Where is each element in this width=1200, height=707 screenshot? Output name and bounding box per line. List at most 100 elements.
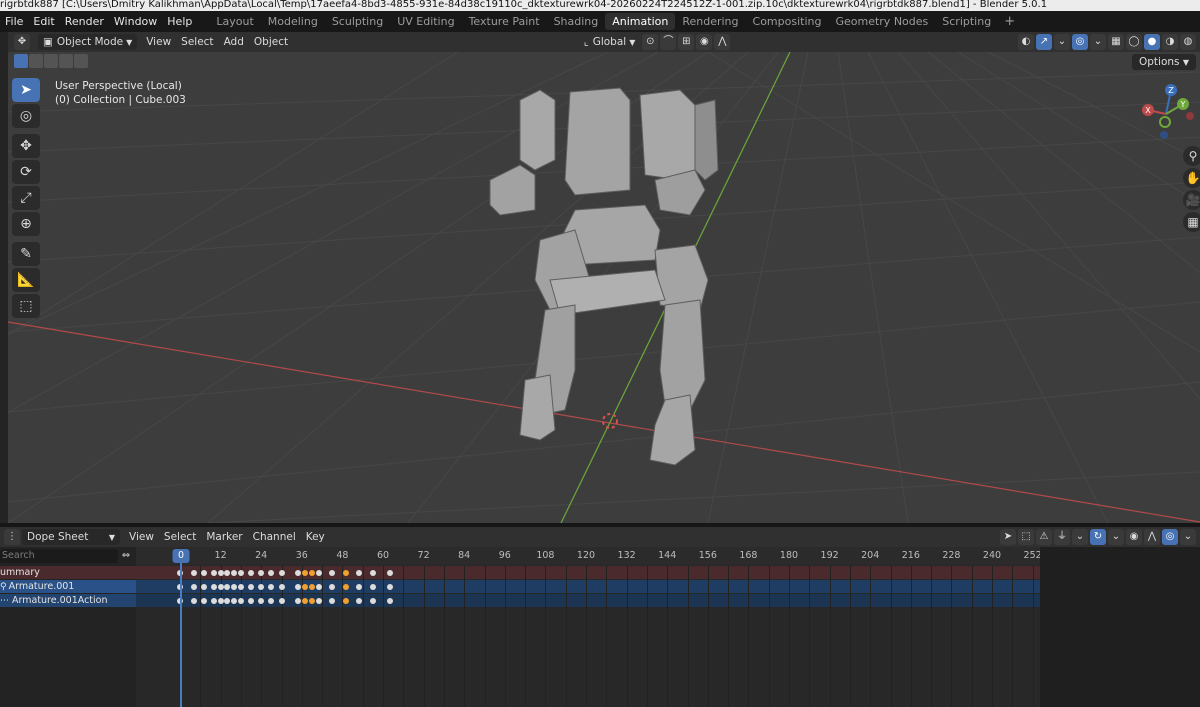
keyframe[interactable] [268, 598, 275, 604]
keyframe[interactable] [268, 570, 275, 576]
keyframe[interactable] [237, 598, 244, 604]
snap-target-icon[interactable]: ⊞ [678, 34, 695, 50]
robot-model[interactable] [480, 80, 740, 480]
proportional-icon[interactable]: ◉ [1126, 529, 1142, 545]
editor-mode-select[interactable]: Dope Sheet ▼ [22, 529, 120, 545]
snapping-menu-icon[interactable]: ⌄ [1108, 529, 1124, 545]
keyframe[interactable] [278, 584, 285, 590]
keyframe[interactable] [210, 570, 217, 576]
keyframe[interactable] [224, 598, 231, 604]
tab-rendering[interactable]: Rendering [675, 13, 745, 30]
keyframe[interactable] [248, 598, 255, 604]
menu-edit[interactable]: Edit [28, 15, 59, 28]
keyframe[interactable] [248, 584, 255, 590]
tab-geometry-nodes[interactable]: Geometry Nodes [828, 13, 935, 30]
keyframe[interactable] [237, 570, 244, 576]
pan-hand-icon[interactable]: ✋ [1183, 168, 1200, 188]
keyframe[interactable] [190, 584, 197, 590]
keyframe[interactable] [369, 570, 376, 576]
playhead[interactable] [180, 563, 182, 707]
keyframe[interactable] [258, 570, 265, 576]
keyframe[interactable] [268, 584, 275, 590]
ds-menu-key[interactable]: Key [301, 529, 330, 545]
select-intersect-icon[interactable] [74, 54, 88, 68]
snap-icon[interactable]: ⌒ [660, 34, 677, 50]
menu-window[interactable]: Window [109, 15, 162, 28]
tab-shading[interactable]: Shading [547, 13, 606, 30]
select-extend-icon[interactable] [29, 54, 43, 68]
menu-help[interactable]: Help [162, 15, 197, 28]
keyframe[interactable] [369, 584, 376, 590]
falloff-icon[interactable]: ⋀ [714, 34, 731, 50]
menu-file[interactable]: File [0, 15, 28, 28]
ds-menu-channel[interactable]: Channel [248, 529, 301, 545]
xray-icon[interactable]: ▦ [1108, 34, 1124, 50]
gizmo-menu-icon[interactable]: ⌄ [1054, 34, 1070, 50]
add-workspace-button[interactable]: + [998, 14, 1021, 29]
ds-menu-view[interactable]: View [124, 529, 159, 545]
tab-layout[interactable]: Layout [209, 13, 260, 30]
select-invert-icon[interactable] [59, 54, 73, 68]
overlay-toggle-icon[interactable]: ◎ [1162, 529, 1178, 545]
channel-search-input[interactable]: Search [0, 549, 118, 563]
filter-menu-icon[interactable]: ⌄ [1072, 529, 1088, 545]
keyframe[interactable] [200, 584, 207, 590]
keyframe[interactable] [295, 584, 302, 590]
zoom-icon[interactable]: ⚲ [1183, 146, 1200, 166]
keyframe[interactable] [224, 584, 231, 590]
keyframe[interactable] [315, 598, 322, 604]
gizmo-toggle-icon[interactable]: ↗ [1036, 34, 1052, 50]
keyframe[interactable] [248, 570, 255, 576]
keyframe[interactable] [231, 598, 238, 604]
material-shading-icon[interactable]: ◑ [1162, 34, 1178, 50]
swap-arrows-icon[interactable]: ⇔ [118, 549, 134, 563]
snapping-icon[interactable]: ↻ [1090, 529, 1106, 545]
tab-modeling[interactable]: Modeling [261, 13, 325, 30]
options-button[interactable]: Options ▼ [1131, 54, 1196, 70]
keyframe[interactable] [386, 584, 393, 590]
keyframe[interactable] [356, 598, 363, 604]
select-box-icon[interactable]: ➤ [12, 78, 40, 102]
keyframe[interactable] [231, 584, 238, 590]
menu-add[interactable]: Add [219, 34, 249, 50]
only-selected-icon[interactable]: ➤ [1000, 529, 1016, 545]
tab-scripting[interactable]: Scripting [935, 13, 998, 30]
annotate-tool-icon[interactable]: ✎ [12, 242, 40, 266]
keyframe[interactable] [295, 570, 302, 576]
keyframe[interactable] [217, 598, 224, 604]
keyframe[interactable] [342, 570, 349, 576]
keyframe[interactable] [329, 570, 336, 576]
keyframe[interactable] [295, 598, 302, 604]
proportional-falloff-icon[interactable]: ⋀ [1144, 529, 1160, 545]
errors-only-icon[interactable]: ⚠ [1036, 529, 1052, 545]
tab-texture-paint[interactable]: Texture Paint [462, 13, 547, 30]
overlays-icon[interactable]: ◎ [1072, 34, 1088, 50]
proportional-edit-icon[interactable]: ◉ [696, 34, 713, 50]
menu-render[interactable]: Render [60, 15, 109, 28]
keyframe[interactable] [342, 598, 349, 604]
channel-row-armature[interactable]: ⚲ Armature.001 [0, 580, 1040, 593]
dope-sheet-editor-icon[interactable]: ⋮ [4, 529, 20, 545]
keyframe[interactable] [210, 598, 217, 604]
keyframe[interactable] [342, 584, 349, 590]
keyframe[interactable] [217, 570, 224, 576]
keyframe[interactable] [315, 584, 322, 590]
keyframe[interactable] [278, 570, 285, 576]
transform-orientation-select[interactable]: ⌞ Global ▼ [579, 34, 641, 50]
keyframe[interactable] [190, 570, 197, 576]
channel-row-summary[interactable]: ummary [0, 566, 1040, 579]
keyframe[interactable] [329, 584, 336, 590]
keyframe[interactable] [237, 584, 244, 590]
move-tool-icon[interactable]: ✥ [12, 134, 40, 158]
keyframe[interactable] [369, 598, 376, 604]
camera-icon[interactable]: 🎥 [1183, 190, 1200, 210]
ds-menu-marker[interactable]: Marker [201, 529, 247, 545]
channel-row-action[interactable]: ⋯ Armature.001Action [0, 594, 1040, 607]
menu-select[interactable]: Select [176, 34, 218, 50]
keyframe[interactable] [210, 584, 217, 590]
keyframe[interactable] [200, 570, 207, 576]
solid-shading-icon[interactable]: ● [1144, 34, 1160, 50]
keyframe[interactable] [329, 598, 336, 604]
keyframe[interactable] [258, 598, 265, 604]
menu-view[interactable]: View [141, 34, 176, 50]
